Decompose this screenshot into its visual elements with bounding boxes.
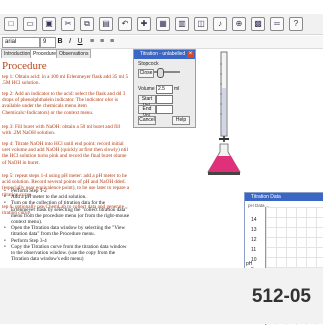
sound-icon[interactable]: ♪ [213, 17, 227, 31]
figure-code: 512-05 [251, 286, 311, 307]
ruler-icon[interactable]: ═ [270, 17, 284, 31]
y-tick-label: 13 [251, 227, 257, 233]
graph-icon[interactable]: ◫ [194, 17, 208, 31]
step-1: tep 1: Obtain acid: in a 100 ml Erlenmey… [2, 74, 129, 87]
grid-icon[interactable]: ▩ [251, 17, 265, 31]
list-item: Open the Titration data window by select… [2, 225, 130, 237]
instruction-list: Perform Step 1-2 Add a pH meter to the a… [2, 188, 130, 262]
end-volume-button[interactable]: End Vol. [138, 105, 156, 119]
bold-button[interactable]: B [56, 37, 64, 46]
footer-strip: 512-05 [0, 268, 323, 324]
titration-apparatus[interactable] [196, 44, 256, 184]
cancel-button[interactable]: Cancel [138, 116, 156, 125]
page-title: Procedure [2, 60, 47, 72]
start-volume-button[interactable]: Start Vol. [138, 95, 156, 109]
y-tick-label: 11 [251, 247, 257, 253]
list-item: Turn on the collection of titration data… [2, 200, 130, 225]
main-toolbar: □ ▭ ▣ ✂ ⧉ ▤ ↶ ✚ ▦ ▥ ◫ ♪ ⊕ ▩ ═? [0, 14, 323, 35]
step-3: tep 3: Fill buret with NaOH: obtain a 50… [2, 124, 121, 137]
volume-label: Volume [138, 86, 155, 92]
step-2: tep 2: Add an indicator to the acid: sel… [2, 91, 126, 116]
dialog-title: Titration - unlabelled [140, 51, 186, 57]
data-window-title: Titration Data [245, 193, 323, 201]
align-center-icon[interactable]: ≡ [98, 37, 106, 46]
flask-liquid [208, 156, 240, 172]
undo-icon[interactable]: ↶ [118, 17, 132, 31]
copy-icon[interactable]: ⧉ [80, 17, 94, 31]
close-icon[interactable]: × [187, 51, 194, 58]
slider-handle[interactable] [157, 68, 164, 78]
help-icon[interactable]: ? [289, 17, 303, 31]
align-right-icon[interactable]: ≡ [108, 37, 116, 46]
italic-button[interactable]: I [66, 37, 74, 46]
step-4: tep 4: Titrate NaOH into HCl until end p… [2, 141, 128, 166]
tab-observations[interactable]: Observations [56, 49, 92, 58]
save-icon[interactable]: ▣ [42, 17, 56, 31]
end-volume-field[interactable] [156, 105, 173, 114]
titration-dialog: Titration - unlabelled × Stopcock Close … [133, 49, 196, 128]
y-tick-label: 12 [251, 237, 257, 243]
volume-unit: ml [174, 86, 180, 92]
table-icon[interactable]: ▦ [156, 17, 170, 31]
new-icon[interactable]: □ [4, 17, 18, 31]
y-tick-label: 14 [251, 217, 257, 223]
list-item: Copy the Titration curve from the titrat… [2, 244, 130, 263]
insert-icon[interactable]: ✚ [137, 17, 151, 31]
dialog-title-bar: Titration - unlabelled × [134, 50, 195, 59]
open-icon[interactable]: ▭ [23, 17, 37, 31]
start-volume-field[interactable] [156, 95, 173, 104]
paste-icon[interactable]: ▤ [99, 17, 113, 31]
font-select[interactable]: arial [2, 37, 40, 48]
stopcock-label: Stopcock [138, 61, 159, 67]
help-button[interactable]: Help [172, 116, 190, 125]
procedure-document[interactable]: Procedure tep 1: Obtain acid: in a 100 m… [0, 58, 132, 268]
volume-field[interactable]: 2.5 [156, 85, 173, 94]
tab-introduction[interactable]: Introduction [1, 49, 34, 58]
format-toolbar: arial 9 B I U ≡ ≡ ≡ [0, 36, 323, 49]
close-stopcock-button[interactable]: Close [138, 69, 154, 78]
zoom-icon[interactable]: ⊕ [232, 17, 246, 31]
buret-liquid [222, 88, 226, 135]
stopcock-icon [219, 138, 229, 140]
tab-procedure[interactable]: Procedure [30, 49, 60, 58]
align-left-icon[interactable]: ≡ [88, 37, 96, 46]
y-axis-label: pH [246, 261, 253, 267]
font-size-select[interactable]: 9 [40, 37, 56, 48]
underline-button[interactable]: U [76, 37, 84, 46]
chart-icon[interactable]: ▥ [175, 17, 189, 31]
cut-icon[interactable]: ✂ [61, 17, 75, 31]
